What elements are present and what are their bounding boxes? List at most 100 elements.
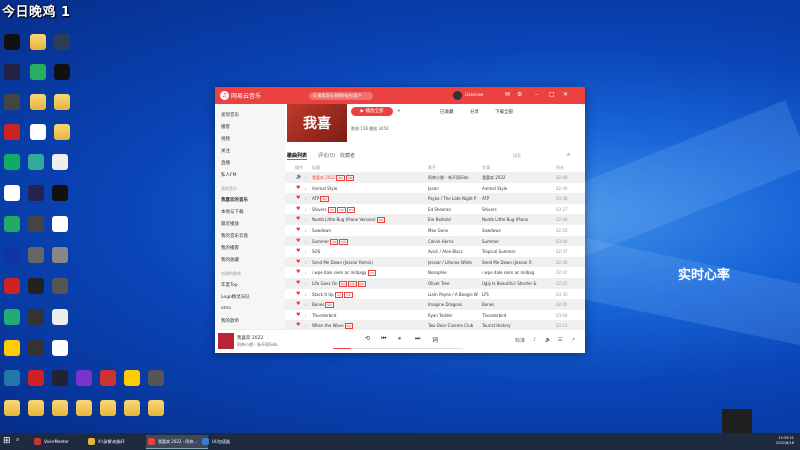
song-artist[interactable]: Calvin Harris [428,239,478,244]
desktop-app-icon[interactable] [28,154,44,170]
song-artist[interactable]: Imagine Dragons [428,302,478,307]
song-row[interactable]: ♥ ↓ ATP SQ Psyko / The Late Night P ATP 0… [285,193,585,204]
song-row[interactable]: ♥ ↓ When the Wave SQ Two Door Cinema Club… [285,320,585,329]
folder-icon[interactable] [30,94,46,110]
download-icon[interactable]: ↓ [304,292,307,297]
song-row[interactable]: ♥ ↓ Thunderbird Ryan Tedder Thunderbird … [285,310,585,321]
song-row[interactable]: ♥ ↓ i wpe dale siem ac milbagy VIP Nosoph… [285,267,585,278]
folder-icon[interactable] [54,94,70,110]
maximize-icon[interactable]: □ [549,91,555,98]
desktop-app-icon[interactable] [4,340,20,356]
taskbar-item[interactable]: 我喜欢 2022 - 阿奈... [146,435,208,449]
liked-heart-icon[interactable]: ♥ [296,248,300,254]
now-playing-cover[interactable] [218,333,234,349]
desktop-app-icon[interactable] [4,247,20,263]
desktop-app-icon[interactable] [28,247,44,263]
desktop-app-icon[interactable] [4,309,20,325]
song-album[interactable]: Thunderbird [482,313,552,318]
song-row[interactable]: 🔊 ↓ 我喜欢 2022 SQ VIP 阿奈小朋 - 朱不同Sido 我喜欢 202… [285,172,585,183]
song-album[interactable]: Sawdown [482,228,552,233]
song-album[interactable]: Shivers [482,207,552,212]
desktop-app-icon[interactable] [4,370,20,386]
song-title[interactable]: 我喜欢 2022 SQ VIP [312,175,424,181]
playing-speaker-icon[interactable]: 🔊 [296,174,302,180]
song-album[interactable]: i wpe dale siem ac milbag [482,270,552,275]
song-title[interactable]: Stack It Up SQ VIP [312,291,424,298]
col-header-title[interactable]: 标题 [312,165,320,171]
liked-heart-icon[interactable]: ♥ [296,227,300,233]
desktop-app-icon[interactable] [4,216,20,232]
playlist-item[interactable]: emo [221,306,231,311]
song-row[interactable]: ♥ ↓ Summer SQ VIP Calvin Harris Summer 03:… [285,235,585,247]
playlist-item[interactable]: 我的歌单 [221,318,239,324]
desktop-app-icon[interactable] [4,185,20,201]
song-album[interactable]: Tourist History [482,323,552,328]
desktop-app-icon[interactable] [28,278,44,294]
sidebar-item-liked[interactable]: 我喜欢的音乐 [221,197,248,203]
song-album[interactable]: Bones [482,302,552,307]
desktop-app-icon[interactable] [52,340,68,356]
playlist-item[interactable]: 年度Top [221,282,238,288]
liked-heart-icon[interactable]: ♥ [296,216,300,222]
playlist-queue-icon[interactable]: ☰ [558,337,562,343]
sidebar-item-follow[interactable]: 关注 [221,148,230,154]
desktop-app-icon[interactable] [28,340,44,356]
app-green-icon[interactable] [30,64,46,80]
song-artist[interactable]: Em Beihold [428,217,478,222]
share-button[interactable]: 分享 [470,109,479,115]
desktop-app-icon[interactable] [52,309,68,325]
desktop-app-icon[interactable] [28,370,44,386]
desktop-app-icon[interactable] [100,370,116,386]
lyrics-icon[interactable]: 词 [432,335,438,344]
download-icon[interactable]: ↓ [304,260,307,265]
app-icon[interactable] [4,64,20,80]
liked-heart-icon[interactable]: ♥ [296,301,300,307]
sidebar-item-recent[interactable]: 最近播放 [221,221,239,227]
sidebar-item-live[interactable]: 直播 [221,160,230,166]
song-album[interactable]: Ugly Is Beautiful: Shorter & [482,281,552,286]
desktop-app-icon[interactable] [28,309,44,325]
download-icon[interactable]: ↓ [304,323,307,328]
song-album[interactable]: Animal Style [482,186,552,191]
desktop-app-icon[interactable] [148,370,164,386]
song-row[interactable]: ♥ ↓ Stack It Up SQ VIP Liam Payne / A Boog… [285,289,585,300]
liked-heart-icon[interactable]: ♥ [296,312,300,318]
song-title[interactable]: Send Me Down (Jessiar Remix) [312,260,424,265]
download-icon[interactable]: ↓ [304,281,307,286]
folder-icon[interactable] [100,400,116,416]
sidebar-item-discover[interactable]: 发现音乐 [221,112,239,118]
song-title[interactable]: Life Goes On SQ VIP MV [312,281,424,287]
song-title[interactable]: Bones SQ [312,302,424,309]
sidebar-item-fm[interactable]: 私人FM [221,172,236,178]
desktop-app-icon[interactable] [4,154,20,170]
song-title[interactable]: Sawdown [312,228,424,233]
sidebar-item-podcast[interactable]: 播客 [221,124,230,130]
song-title[interactable]: Numb Little Bug (Piano Version) SQ [312,217,424,224]
taskbar-item[interactable]: VoiceMeeter [32,435,94,448]
volume-icon[interactable]: 🔈 [545,337,551,343]
song-title[interactable]: Summer SQ VIP [312,238,424,245]
sidebar-item-collection[interactable]: 我的收藏 [221,257,239,263]
folder-icon[interactable] [124,400,140,416]
folder-icon[interactable] [28,400,44,416]
quality-icon[interactable]: 标准 [515,337,525,344]
song-artist[interactable]: Avicii / Aloe Blacc [428,249,478,254]
loop-icon[interactable]: ⟲ [365,335,370,342]
tab-collectors[interactable]: 收藏者 [340,152,355,159]
song-title[interactable]: Animal Style [312,186,424,191]
tiktok-icon[interactable] [54,64,70,80]
search-icon[interactable]: ⌕ [16,436,19,444]
song-album[interactable]: LP1 [482,292,552,297]
folder-icon[interactable] [76,400,92,416]
app-red-icon[interactable] [4,124,20,140]
download-icon[interactable]: ↓ [304,186,307,191]
liked-heart-icon[interactable]: ♥ [296,291,300,297]
search-icon[interactable]: ⌕ [567,151,570,159]
desktop-app-icon[interactable] [52,370,68,386]
song-row[interactable]: ♥ ↓ SOS Avicii / Aloe Blacc Tropical Sum… [285,246,585,257]
minimize-icon[interactable]: – [535,91,538,98]
song-row[interactable]: ♥ ↓ Animal Style Jason Animal Style 02:4… [285,183,585,194]
settings-icon[interactable]: ⚙ [517,91,522,98]
tab-songs[interactable]: 歌曲列表 [287,152,308,160]
download-icon[interactable]: ↓ [304,302,307,307]
